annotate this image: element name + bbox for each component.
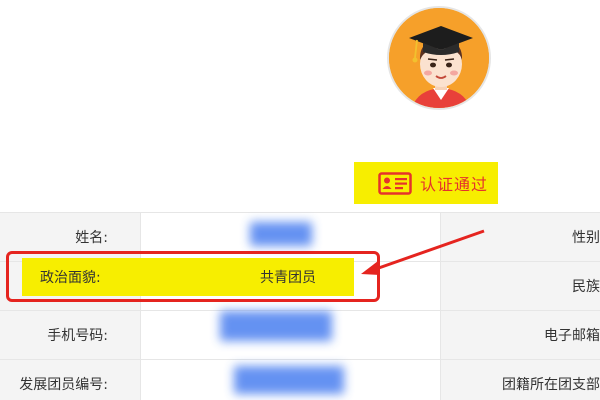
annotation-arrow-icon <box>361 229 485 275</box>
